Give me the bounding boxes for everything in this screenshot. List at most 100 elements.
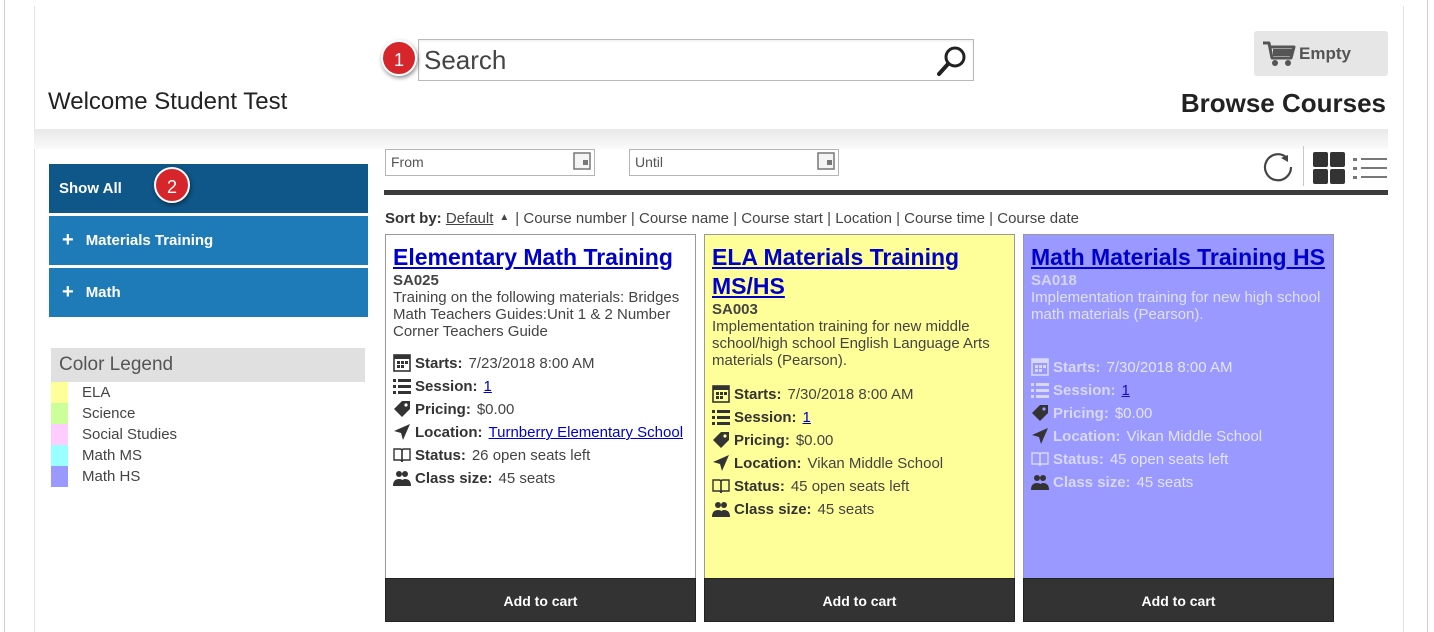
sidebar-item-materials-training[interactable]: + Materials Training — [49, 216, 368, 265]
sidebar-item-show-all[interactable]: Show All — [49, 164, 368, 213]
price-tag-icon — [713, 432, 729, 448]
until-date-placeholder: Until — [635, 154, 664, 170]
legend-item: Social Studies — [51, 424, 365, 445]
book-icon — [393, 448, 411, 463]
course-description: Implementation training for new middle s… — [712, 318, 990, 369]
course-pricing: Pricing: $0.00 — [712, 429, 1007, 452]
location-value: Vikan Middle School — [807, 455, 944, 472]
legend-item: Math MS — [51, 445, 365, 466]
price-tag-icon — [1032, 405, 1048, 421]
starts-value: 7/23/2018 8:00 AM — [468, 355, 595, 372]
course-session: Session: 1 — [1031, 379, 1326, 402]
search-input[interactable] — [419, 40, 919, 80]
status-value: 26 open seats left — [471, 447, 591, 464]
legend-item: Science — [51, 403, 365, 424]
course-location: Location: Turnberry Elementary School — [393, 421, 688, 444]
header-divider — [34, 129, 1388, 149]
sort-default-link[interactable]: Default — [446, 210, 494, 227]
status-value: 45 open seats left — [1109, 451, 1229, 468]
legend-label: Math HS — [82, 468, 141, 485]
location-arrow-icon — [713, 455, 729, 471]
search-icon[interactable] — [935, 44, 969, 78]
session-label: Session: — [415, 378, 478, 395]
add-to-cart-button[interactable]: Add to cart — [1023, 578, 1334, 622]
sidebar-item-math[interactable]: + Math — [49, 268, 368, 317]
location-label: Location: — [734, 455, 802, 472]
cart-label: Empty — [1299, 44, 1351, 63]
welcome-text: Welcome Student Test — [48, 88, 288, 115]
course-title-link[interactable]: Elementary Math Training — [393, 243, 688, 272]
sort-label: Sort by: — [385, 210, 442, 227]
class-size-value: 45 seats — [498, 470, 556, 487]
cart-button[interactable]: Empty — [1254, 31, 1388, 76]
category-sidebar: Show All + Materials Training + Math — [49, 164, 368, 320]
legend-item: Math HS — [51, 466, 365, 487]
class-size-value: 45 seats — [817, 501, 875, 518]
course-code: SA003 — [712, 301, 758, 318]
search-box[interactable] — [418, 39, 974, 81]
course-description: Training on the following materials: Bri… — [393, 289, 680, 340]
course-class-size: Class size: 45 seats — [393, 467, 688, 490]
add-to-cart-button[interactable]: Add to cart — [704, 578, 1015, 622]
pricing-label: Pricing: — [415, 401, 471, 418]
book-icon — [1031, 452, 1049, 467]
users-icon — [712, 502, 730, 517]
sort-option-course-name[interactable]: Course name — [639, 210, 729, 227]
legend-title: Color Legend — [51, 348, 365, 382]
sort-option-course-date[interactable]: Course date — [997, 210, 1079, 227]
numbered-list-icon — [1031, 383, 1049, 398]
grid-view-icon[interactable] — [1312, 151, 1346, 185]
from-date-placeholder: From — [391, 154, 424, 170]
calendar-icon — [1031, 358, 1049, 376]
pricing-label: Pricing: — [734, 432, 790, 449]
refresh-icon[interactable] — [1260, 149, 1296, 185]
sort-option-course-number[interactable]: Course number — [523, 210, 626, 227]
sort-ascending-icon: ▲ — [499, 212, 510, 223]
course-card: ELA Materials Training MS/HS SA003 Imple… — [704, 234, 1015, 622]
course-status: Status: 45 open seats left — [712, 475, 1007, 498]
sort-option-course-start[interactable]: Course start — [741, 210, 823, 227]
course-pricing: Pricing: $0.00 — [393, 398, 688, 421]
class-size-label: Class size: — [734, 501, 812, 518]
class-size-label: Class size: — [415, 470, 493, 487]
sort-option-course-time[interactable]: Course time — [904, 210, 985, 227]
calendar-icon[interactable] — [817, 152, 835, 170]
starts-label: Starts: — [734, 386, 782, 403]
sort-option-location[interactable]: Location — [835, 210, 892, 227]
from-date-input[interactable]: From — [385, 149, 595, 176]
starts-value: 7/30/2018 8:00 AM — [787, 386, 914, 403]
legend-swatch — [51, 382, 68, 403]
book-icon — [712, 479, 730, 494]
users-icon — [1031, 475, 1049, 490]
session-link[interactable]: 1 — [484, 375, 492, 398]
calendar-icon — [712, 385, 730, 403]
course-title-link[interactable]: Math Materials Training HS — [1031, 243, 1326, 272]
course-title-link[interactable]: ELA Materials Training MS/HS — [712, 243, 1007, 301]
users-icon — [393, 471, 411, 486]
status-label: Status: — [1053, 451, 1104, 468]
calendar-icon[interactable] — [573, 152, 591, 170]
course-starts: Starts: 7/23/2018 8:00 AM — [393, 352, 688, 375]
session-link[interactable]: 1 — [1122, 379, 1130, 402]
toolbar-divider — [384, 190, 1388, 195]
until-date-input[interactable]: Until — [629, 149, 839, 176]
location-link[interactable]: Turnberry Elementary School — [489, 424, 684, 441]
expand-icon: + — [62, 281, 74, 303]
pricing-value: $0.00 — [1114, 405, 1153, 422]
legend-label: Science — [82, 405, 136, 422]
course-card: Elementary Math Training SA025 Training … — [385, 234, 696, 622]
location-label: Location: — [415, 424, 483, 441]
page-title: Browse Courses — [1180, 88, 1386, 118]
legend-swatch — [51, 466, 68, 487]
course-status: Status: 26 open seats left — [393, 444, 688, 467]
list-view-icon[interactable] — [1352, 151, 1388, 185]
status-value: 45 open seats left — [790, 478, 910, 495]
session-link[interactable]: 1 — [803, 406, 811, 429]
status-label: Status: — [734, 478, 785, 495]
location-arrow-icon — [1032, 428, 1048, 444]
location-arrow-icon — [394, 424, 410, 440]
course-location: Location: Vikan Middle School — [1031, 425, 1326, 448]
add-to-cart-button[interactable]: Add to cart — [385, 578, 696, 622]
sort-bar: Sort by: Default ▲ | Course number | Cours… — [385, 210, 1079, 227]
color-legend: Color Legend ELA Science Social Studies … — [51, 348, 365, 487]
